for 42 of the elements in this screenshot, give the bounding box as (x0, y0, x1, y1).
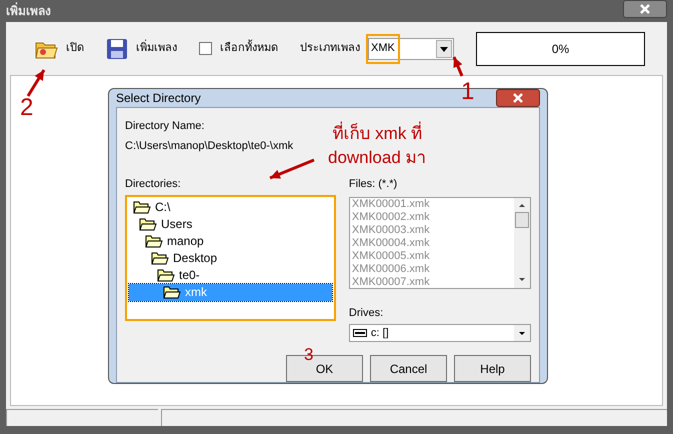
annotation-number: 2 (20, 96, 34, 120)
directory-list[interactable]: C:\ Users manop Desktop te0- xmk (125, 194, 336, 320)
file-item: XMK00007.xmk (352, 276, 431, 288)
folder-icon (151, 251, 169, 265)
close-button[interactable] (496, 89, 540, 107)
dialog-title: Select Directory (116, 90, 201, 107)
directory-item[interactable]: Desktop (129, 250, 332, 266)
drives-label: Drives: (348, 306, 384, 320)
directories-label: Directories: (125, 177, 181, 192)
dialog-button[interactable]: Cancel (370, 355, 447, 382)
select-all-checkbox[interactable]: เลือกทั้งหมด (199, 40, 278, 57)
close-button[interactable] (623, 0, 667, 18)
window-title: เพิ่มเพลง (6, 2, 51, 20)
close-icon (513, 93, 523, 103)
folder-icon (139, 217, 157, 231)
folder-icon (133, 200, 151, 214)
directory-item[interactable]: te0- (129, 266, 332, 284)
directory-item[interactable]: C:\ (129, 198, 332, 216)
directory-item[interactable]: Users (129, 216, 332, 232)
folder-icon (157, 268, 175, 282)
files-label: Files: (*.*) (348, 177, 398, 192)
file-item: XMK00004.xmk (352, 236, 431, 250)
dialog-button[interactable]: Help (454, 355, 531, 382)
progress-box: 0% (476, 32, 645, 66)
directory-item[interactable]: manop (129, 232, 332, 250)
file-item: XMK00003.xmk (352, 224, 431, 236)
file-item: XMK00002.xmk (352, 210, 431, 224)
file-item: XMK00001.xmk (352, 198, 431, 210)
folder-icon (163, 285, 181, 299)
directory-path: C:\Users\manop\Desktop\te0-\xmk (125, 138, 294, 154)
directory-name-label: Directory Name: (125, 119, 204, 134)
file-item: XMK00005.xmk (352, 250, 431, 262)
scrollbar[interactable] (514, 198, 530, 288)
drive-select[interactable]: c: [] (348, 324, 531, 342)
open-button[interactable]: เปิด (34, 38, 84, 60)
drive-icon (352, 329, 367, 337)
annotation-note: ที่เก็บ xmk ที่ download มา (328, 122, 427, 170)
add-song-button[interactable]: เพิ่มเพลง (106, 38, 177, 60)
close-icon (640, 4, 650, 14)
song-type-label: ประเภทเพลง (300, 41, 360, 56)
file-item: XMK00006.xmk (352, 262, 431, 276)
folder-icon (145, 234, 163, 248)
